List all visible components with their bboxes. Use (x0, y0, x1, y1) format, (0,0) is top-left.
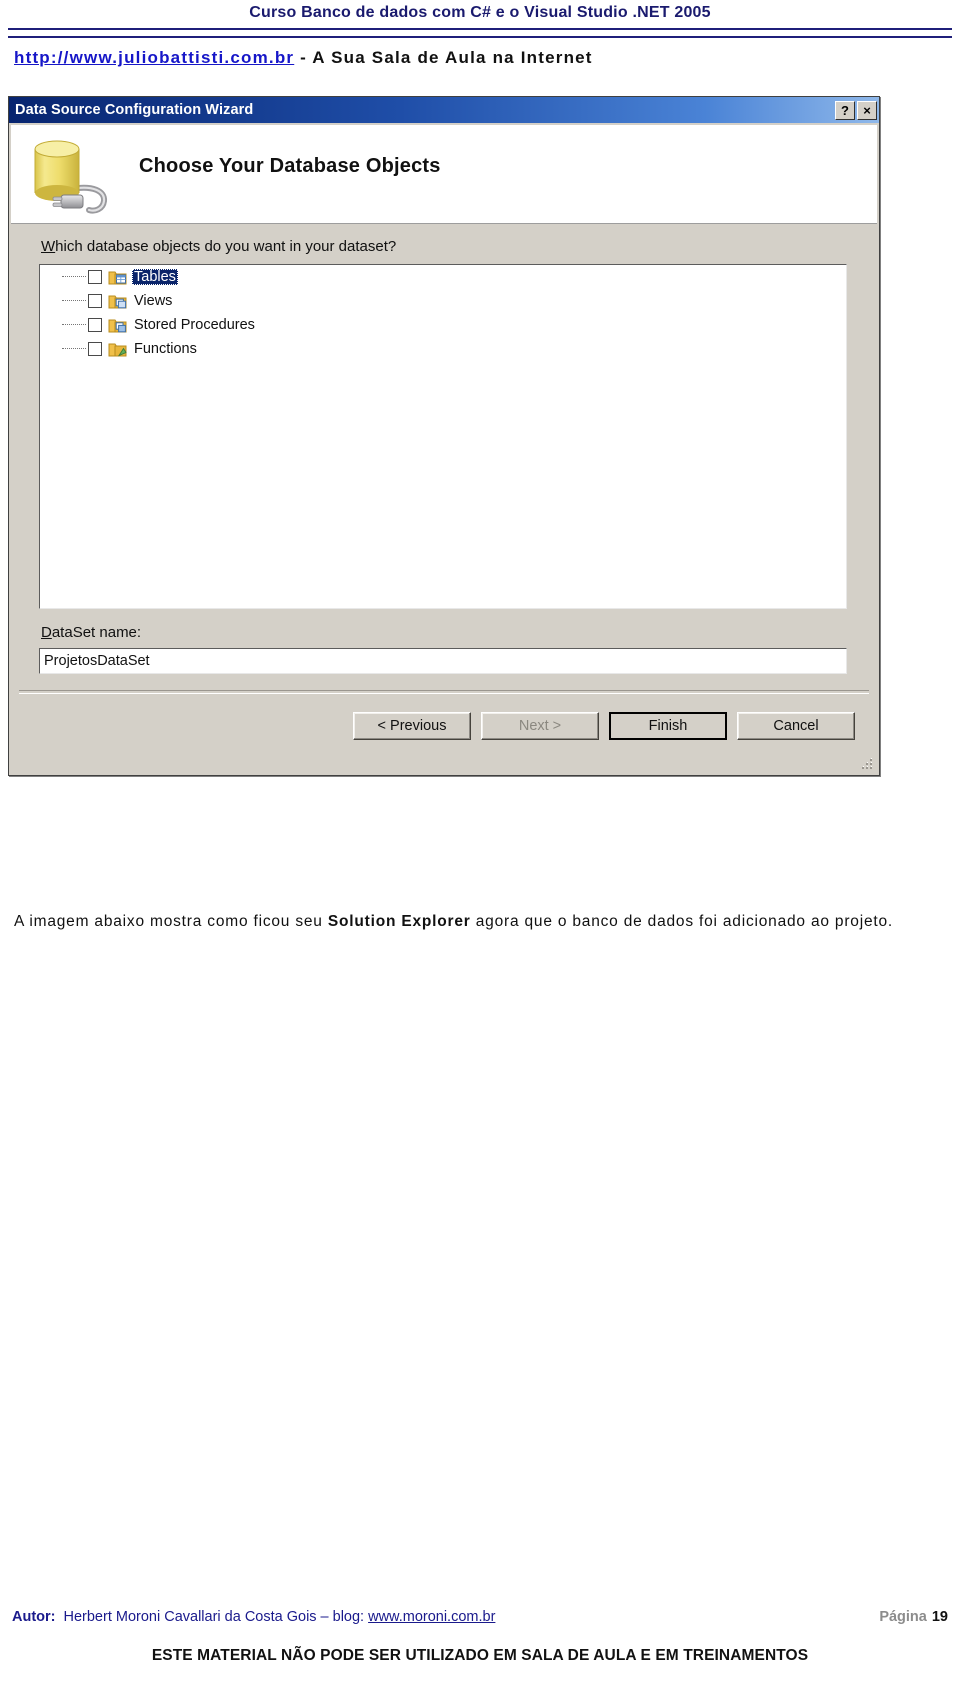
tree-item-views[interactable]: Views (40, 289, 846, 313)
dataset-name-input[interactable] (39, 648, 847, 674)
body-paragraph: A imagem abaixo mostra como ficou seu So… (14, 905, 894, 939)
tree-connector-line (62, 300, 86, 302)
tree-connector-line (62, 348, 86, 350)
dialog-banner: Choose Your Database Objects (11, 125, 877, 224)
paragraph-emphasis: Solution Explorer (327, 913, 471, 930)
database-connection-icon (27, 133, 113, 217)
close-icon[interactable]: × (857, 100, 877, 120)
site-banner-line: http://www.juliobattisti.com.br - A Sua … (14, 48, 950, 68)
blog-label: – blog: (320, 1609, 365, 1625)
paragraph-text-part2: agora que o banco de dados foi adicionad… (470, 913, 894, 930)
folder-functions-icon (108, 341, 127, 358)
dialog-title: Data Source Configuration Wizard (15, 102, 254, 118)
tree-item-functions[interactable]: Functions (40, 337, 846, 361)
next-button: Next > (481, 712, 599, 740)
tree-connector-line (62, 324, 86, 326)
dataset-label-accesskey: D (41, 624, 52, 641)
author-name: Herbert Moroni Cavallari da Costa Gois (63, 1609, 317, 1625)
prompt-label: Which database objects do you want in yo… (41, 238, 396, 255)
tree-connector-line (62, 276, 86, 278)
site-tagline: - A Sua Sala de Aula na Internet (294, 48, 593, 67)
paragraph-text-part1: A imagem abaixo mostra como ficou seu (14, 913, 328, 930)
tree-item-label: Functions (134, 341, 197, 357)
dialog-body: Which database objects do you want in yo… (11, 224, 877, 773)
course-title: Curso Banco de dados com C# e o Visual S… (249, 4, 711, 21)
header-divider-rule (8, 28, 952, 38)
database-objects-treeview[interactable]: Tables Views Stored Procedures Functions (39, 264, 847, 609)
help-icon[interactable]: ? (835, 100, 855, 120)
footer-disclaimer: ESTE MATERIAL NÃO PODE SER UTILIZADO EM … (151, 1647, 809, 1664)
finish-button[interactable]: Finish (609, 712, 727, 740)
tables-checkbox[interactable] (88, 270, 102, 284)
blog-url-link[interactable]: www.moroni.com.br (368, 1609, 495, 1625)
page-number: 19 (931, 1609, 948, 1625)
previous-button[interactable]: < Previous (353, 712, 471, 740)
dialog-footer-divider (19, 690, 869, 694)
folder-stored-procedures-icon (108, 317, 127, 334)
data-source-configuration-wizard-dialog: Data Source Configuration Wizard ? × Cho… (8, 96, 880, 776)
page-footer: Autor: Herbert Moroni Cavallari da Costa… (0, 1593, 960, 1689)
resize-grip-icon[interactable] (858, 755, 874, 771)
functions-checkbox[interactable] (88, 342, 102, 356)
prompt-text: hich database objects do you want in you… (55, 238, 397, 255)
tree-item-label: Views (134, 293, 173, 309)
dialog-titlebar[interactable]: Data Source Configuration Wizard ? × (9, 97, 879, 123)
footer-author-line: Autor: Herbert Moroni Cavallari da Costa… (12, 1609, 948, 1625)
cancel-button[interactable]: Cancel (737, 712, 855, 740)
tree-item-label: Tables (132, 269, 178, 285)
dataset-name-label: DataSet name: (41, 624, 141, 641)
dialog-banner-title: Choose Your Database Objects (139, 155, 441, 177)
prompt-accesskey: W (41, 238, 56, 255)
tree-item-label: Stored Procedures (134, 317, 255, 333)
stored-procedures-checkbox[interactable] (88, 318, 102, 332)
dataset-label-text: ataSet name: (51, 624, 142, 641)
folder-views-icon (108, 293, 127, 310)
dialog-button-row: < Previous Next > Finish Cancel (11, 709, 877, 743)
views-checkbox[interactable] (88, 294, 102, 308)
folder-tables-icon (108, 269, 127, 286)
author-label: Autor: (12, 1609, 56, 1625)
tree-item-tables[interactable]: Tables (40, 265, 846, 289)
tree-item-stored-procedures[interactable]: Stored Procedures (40, 313, 846, 337)
page-label: Página (879, 1609, 927, 1625)
site-url-link[interactable]: http://www.juliobattisti.com.br (14, 48, 294, 67)
